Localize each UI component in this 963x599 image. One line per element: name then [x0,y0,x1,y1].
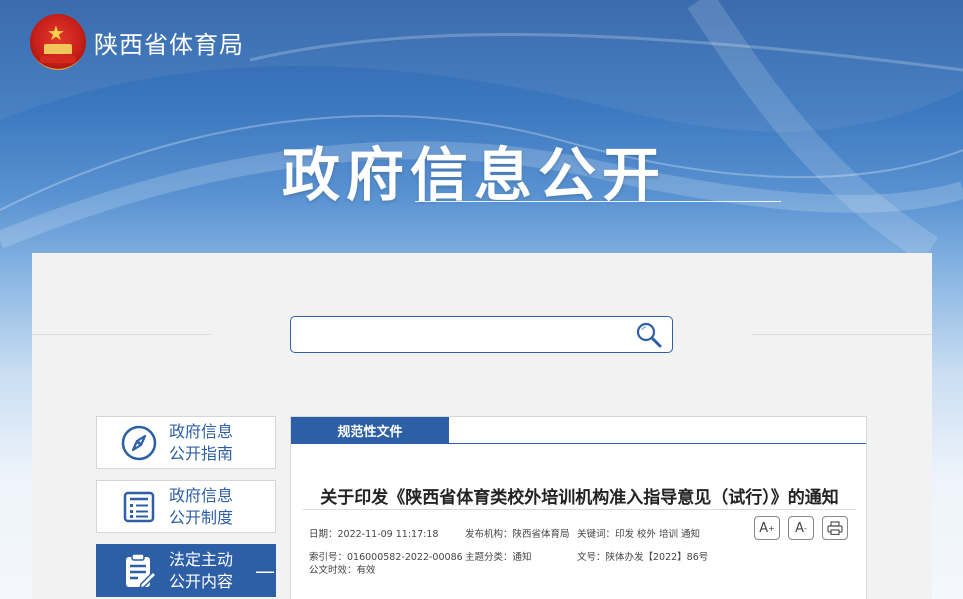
banner-title: 政府信息公开 [282,141,667,209]
document-card: 规范性文件 关于印发《陕西省体育类校外培训机构准入指导意见（试行）》的通知 日期… [290,416,867,599]
sidebar: 政府信息 公开指南 政府信息 公开制度 法定主动 公开内容 — [96,416,276,599]
divider [303,509,856,510]
sidebar-item-label: 政府信息 公开制度 [169,485,234,527]
font-increase-button[interactable]: A + [754,516,780,540]
meta-index-number: 索引号：016000582-2022-00086 [309,552,463,563]
meta-category: 主题分类：通知 [465,552,532,563]
document-title: 关于印发《陕西省体育类校外培训机构准入指导意见（试行）》的通知 [320,488,839,508]
meta-keywords: 关键词：印发 校外 培训 通知 [577,529,701,540]
search-icon [636,322,662,348]
collapse-toggle[interactable]: — [255,561,275,581]
banner-underline [415,201,781,202]
sidebar-item-guide[interactable]: 政府信息 公开指南 [96,416,276,469]
font-decrease-button[interactable]: A- [788,516,814,540]
tab-underline [449,443,866,444]
sidebar-item-label: 政府信息 公开指南 [169,421,234,463]
document-list-icon [123,491,155,522]
meta-document-number: 文号：陕体办发【2022】86号 [577,552,709,563]
divider [752,334,932,335]
tab-normative-documents[interactable]: 规范性文件 [291,417,449,444]
compass-icon [121,425,157,460]
search-box [290,316,673,353]
print-button[interactable] [822,516,848,540]
meta-validity: 公文时效：有效 [309,565,376,576]
divider [32,334,212,335]
meta-publisher: 发布机构：陕西省体育局 [465,529,570,540]
print-icon [827,521,843,535]
main-panel: 政府信息 公开指南 政府信息 公开制度 法定主动 公开内容 — 规范性文件 关于… [32,253,932,599]
site-name[interactable]: 陕西省体育局 [94,25,244,60]
national-emblem-icon: ★ [30,14,86,70]
search-input[interactable] [297,321,617,348]
clipboard-edit-icon [126,552,158,589]
sidebar-item-system[interactable]: 政府信息 公开制度 [96,480,276,533]
meta-date: 日期：2022-11-09 11:17:18 [309,529,439,540]
sidebar-item-label: 法定主动 公开内容 [169,549,234,591]
sidebar-item-statutory-content[interactable]: 法定主动 公开内容 — [96,544,276,597]
site-header[interactable]: ★ 陕西省体育局 [30,14,244,70]
search-button[interactable] [634,320,664,350]
